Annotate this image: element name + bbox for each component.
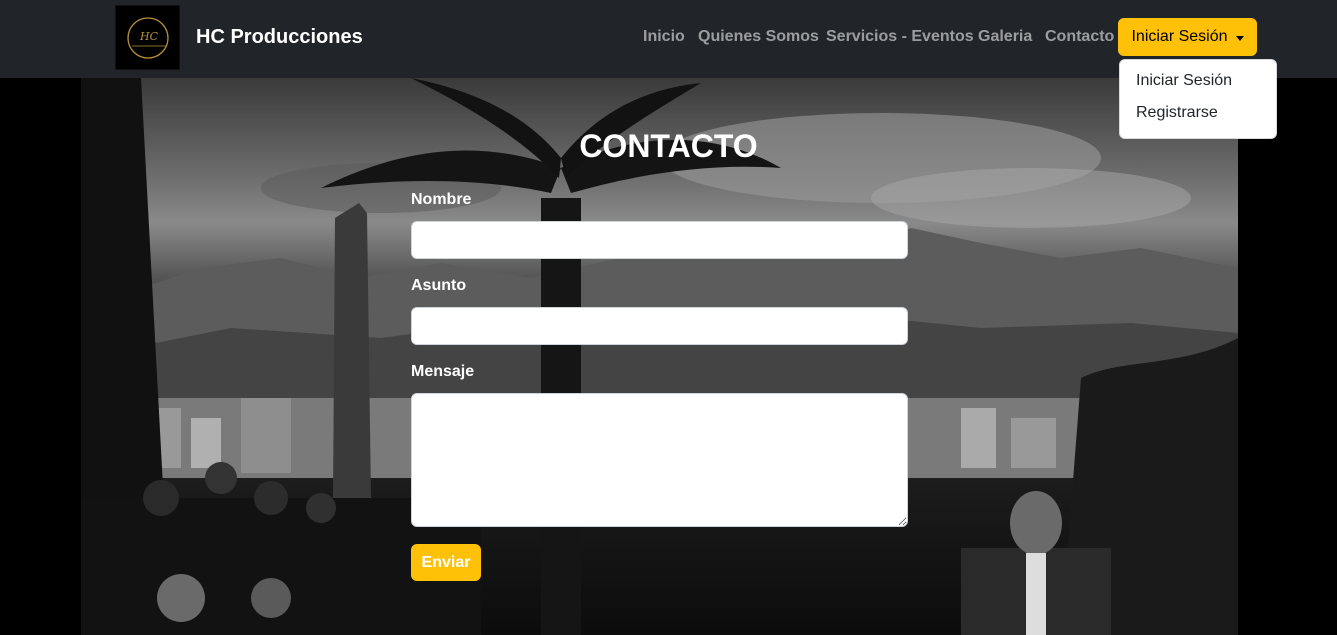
name-input[interactable]: [411, 221, 908, 259]
nav-link-quienes-somos[interactable]: Quienes Somos: [698, 28, 819, 46]
login-button-label: Iniciar Sesión: [1131, 28, 1228, 45]
nav-link-galeria[interactable]: Galeria: [978, 28, 1032, 46]
message-label: Mensaje: [411, 363, 475, 380]
submit-button[interactable]: Enviar: [411, 544, 481, 581]
svg-text:HC: HC: [139, 30, 159, 43]
logo-emblem-icon: HC: [126, 16, 169, 59]
nav-link-inicio[interactable]: Inicio: [643, 28, 685, 46]
login-dropdown-button[interactable]: Iniciar Sesión: [1118, 18, 1257, 56]
brand-logo[interactable]: HC: [115, 5, 180, 70]
message-textarea[interactable]: [411, 393, 908, 527]
caret-down-icon: [1235, 35, 1244, 41]
subject-input[interactable]: [411, 307, 908, 345]
dropdown-item-registrarse[interactable]: Registrarse: [1120, 98, 1276, 130]
dropdown-item-iniciar-sesion[interactable]: Iniciar Sesión: [1120, 66, 1276, 98]
name-label: Nombre: [411, 191, 472, 208]
login-dropdown-menu: Iniciar Sesión Registrarse: [1119, 59, 1277, 139]
brand-name[interactable]: HC Producciones: [196, 26, 363, 49]
nav-link-servicios-eventos[interactable]: Servicios - Eventos: [826, 28, 974, 46]
subject-label: Asunto: [411, 277, 467, 294]
nav-link-contacto[interactable]: Contacto: [1045, 28, 1114, 46]
